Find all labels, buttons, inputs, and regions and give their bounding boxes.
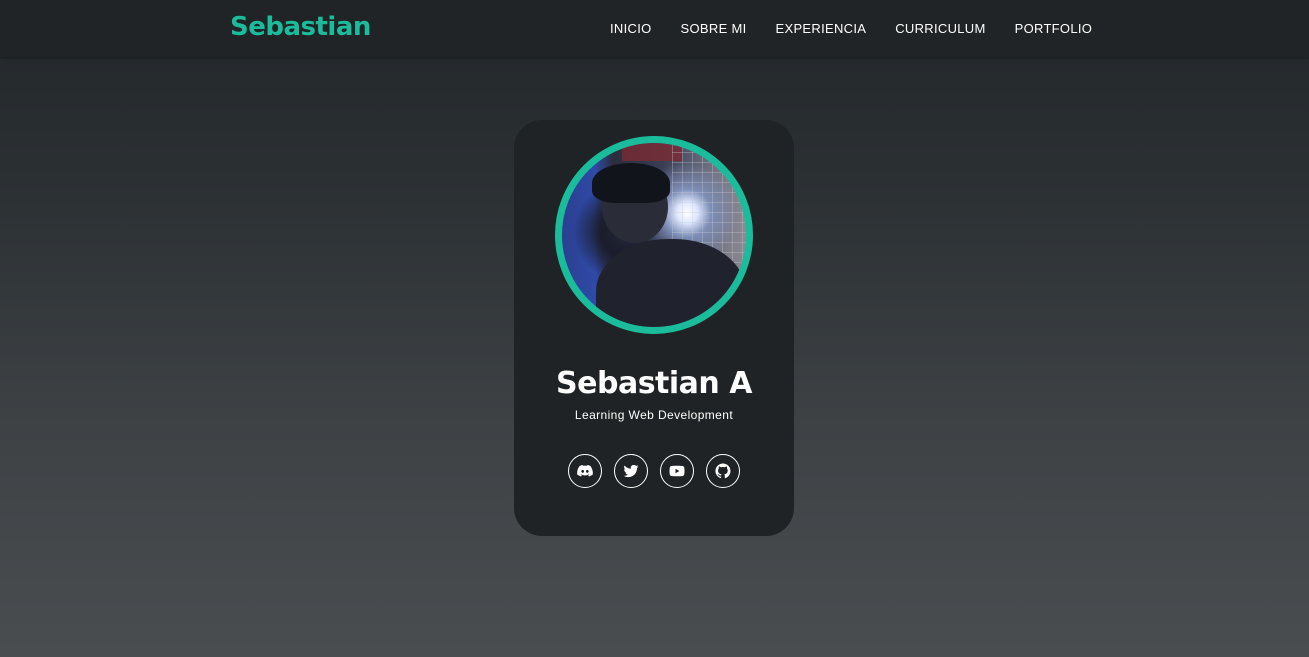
profile-name: Sebastian A bbox=[556, 366, 752, 401]
github-link[interactable] bbox=[706, 454, 740, 488]
profile-card: Sebastian A Learning Web Development bbox=[514, 120, 794, 536]
avatar-person-hair bbox=[592, 163, 670, 203]
profile-avatar bbox=[555, 136, 753, 334]
twitter-icon bbox=[622, 462, 640, 480]
navbar: Sebastian INICIO SOBRE MI EXPERIENCIA CU… bbox=[0, 0, 1309, 57]
nav-menu: INICIO SOBRE MI EXPERIENCIA CURRICULUM P… bbox=[610, 21, 1092, 36]
github-icon bbox=[714, 462, 732, 480]
brand-logo[interactable]: Sebastian bbox=[230, 12, 371, 42]
twitter-link[interactable] bbox=[614, 454, 648, 488]
discord-icon bbox=[576, 462, 594, 480]
social-links bbox=[568, 454, 740, 488]
discord-link[interactable] bbox=[568, 454, 602, 488]
nav-link-inicio[interactable]: INICIO bbox=[610, 21, 652, 36]
nav-link-experiencia[interactable]: EXPERIENCIA bbox=[776, 21, 867, 36]
profile-tagline: Learning Web Development bbox=[574, 408, 734, 422]
avatar-person-body bbox=[596, 239, 746, 327]
nav-link-portfolio[interactable]: PORTFOLIO bbox=[1015, 21, 1093, 36]
nav-link-sobre-mi[interactable]: SOBRE MI bbox=[681, 21, 747, 36]
youtube-link[interactable] bbox=[660, 454, 694, 488]
nav-link-curriculum[interactable]: CURRICULUM bbox=[895, 21, 985, 36]
youtube-icon bbox=[668, 462, 686, 480]
